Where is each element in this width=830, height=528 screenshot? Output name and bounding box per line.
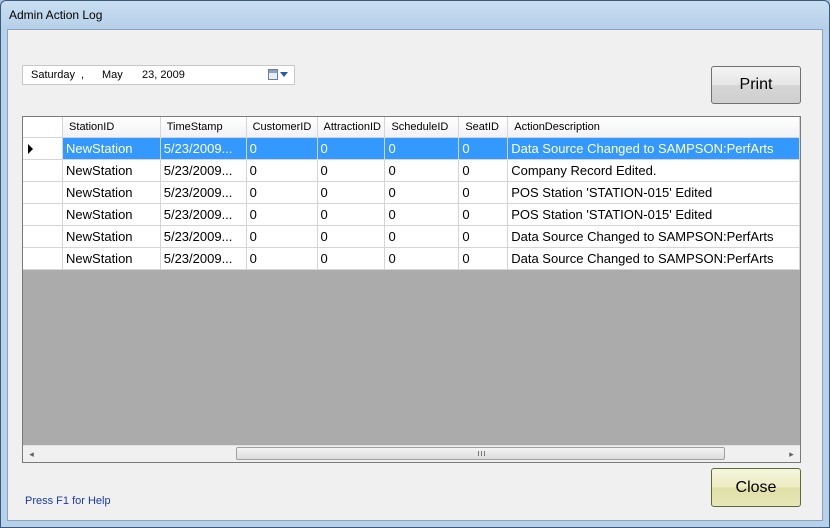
column-header-seatid[interactable]: SeatID (458, 117, 509, 138)
cell-attractionid[interactable]: 0 (317, 181, 386, 204)
cell-actiondescription[interactable]: Data Source Changed to SAMPSON:PerfArts (507, 225, 800, 248)
date-day-name[interactable]: Saturday (31, 69, 75, 81)
date-picker[interactable]: Saturday , May 23, 2009 (22, 65, 295, 85)
chevron-down-icon (280, 72, 288, 77)
cell-timestamp[interactable]: 5/23/2009... (160, 159, 247, 182)
grid-table: StationID TimeStamp CustomerID Attractio… (23, 117, 800, 270)
cell-seatid[interactable]: 0 (458, 137, 509, 160)
row-header[interactable] (23, 181, 64, 204)
date-day-year[interactable]: 23, 2009 (142, 69, 185, 81)
cell-customerid[interactable]: 0 (246, 137, 318, 160)
cell-attractionid[interactable]: 0 (317, 137, 386, 160)
cell-timestamp[interactable]: 5/23/2009... (160, 225, 247, 248)
row-header[interactable] (23, 203, 64, 226)
cell-timestamp[interactable]: 5/23/2009... (160, 181, 247, 204)
table-row[interactable]: NewStation 5/23/2009... 0 0 0 0 Company … (23, 159, 800, 182)
cell-attractionid[interactable]: 0 (317, 203, 386, 226)
cell-seatid[interactable]: 0 (458, 203, 509, 226)
scroll-left-icon[interactable]: ◂ (23, 446, 40, 462)
cell-seatid[interactable]: 0 (458, 159, 509, 182)
cell-actiondescription[interactable]: Data Source Changed to SAMPSON:PerfArts (507, 137, 800, 160)
cell-stationid[interactable]: NewStation (62, 225, 161, 248)
cell-seatid[interactable]: 0 (458, 181, 509, 204)
cell-customerid[interactable]: 0 (246, 225, 318, 248)
grip-icon (477, 451, 485, 456)
date-month[interactable]: May (102, 69, 123, 81)
table-row[interactable]: NewStation 5/23/2009... 0 0 0 0 Data Sou… (23, 225, 800, 248)
cell-customerid[interactable]: 0 (246, 159, 318, 182)
client-area: Saturday , May 23, 2009 Print StationID (7, 29, 823, 521)
column-header-timestamp[interactable]: TimeStamp (160, 117, 247, 138)
admin-action-log-window: Admin Action Log Saturday , May 23, 2009… (0, 0, 830, 528)
table-row[interactable]: NewStation 5/23/2009... 0 0 0 0 POS Stat… (23, 181, 800, 204)
cell-customerid[interactable]: 0 (246, 181, 318, 204)
cell-actiondescription[interactable]: Company Record Edited. (507, 159, 800, 182)
cell-seatid[interactable]: 0 (458, 225, 509, 248)
cell-actiondescription[interactable]: Data Source Changed to SAMPSON:PerfArts (507, 247, 800, 270)
table-row[interactable]: NewStation 5/23/2009... 0 0 0 0 POS Stat… (23, 203, 800, 226)
cell-actiondescription[interactable]: POS Station 'STATION-015' Edited (507, 203, 800, 226)
cell-scheduleid[interactable]: 0 (384, 181, 460, 204)
cell-stationid[interactable]: NewStation (62, 137, 161, 160)
header-row: StationID TimeStamp CustomerID Attractio… (23, 117, 800, 138)
window-title: Admin Action Log (9, 8, 103, 22)
cell-stationid[interactable]: NewStation (62, 203, 161, 226)
cell-stationid[interactable]: NewStation (62, 181, 161, 204)
row-header[interactable] (23, 247, 64, 270)
cell-scheduleid[interactable]: 0 (384, 159, 460, 182)
cell-stationid[interactable]: NewStation (62, 159, 161, 182)
column-header-stationid[interactable]: StationID (62, 117, 161, 138)
date-separator: , (81, 69, 85, 81)
cell-actiondescription[interactable]: POS Station 'STATION-015' Edited (507, 181, 800, 204)
column-header-customerid[interactable]: CustomerID (246, 117, 318, 138)
cell-stationid[interactable]: NewStation (62, 247, 161, 270)
row-header[interactable] (23, 159, 64, 182)
column-header-actiondescription[interactable]: ActionDescription (507, 117, 800, 138)
scrollbar-thumb[interactable] (236, 447, 725, 460)
print-button[interactable]: Print (711, 66, 801, 104)
cell-scheduleid[interactable]: 0 (384, 137, 460, 160)
cell-scheduleid[interactable]: 0 (384, 247, 460, 270)
calendar-icon (268, 69, 278, 80)
cell-timestamp[interactable]: 5/23/2009... (160, 247, 247, 270)
row-pointer-icon (28, 144, 33, 154)
row-header[interactable] (23, 225, 64, 248)
action-log-grid[interactable]: StationID TimeStamp CustomerID Attractio… (22, 116, 801, 463)
column-header-attractionid[interactable]: AttractionID (317, 117, 386, 138)
date-dropdown-button[interactable] (268, 68, 290, 82)
cell-timestamp[interactable]: 5/23/2009... (160, 137, 247, 160)
title-bar[interactable]: Admin Action Log (1, 1, 829, 29)
cell-attractionid[interactable]: 0 (317, 225, 386, 248)
cell-scheduleid[interactable]: 0 (384, 225, 460, 248)
cell-customerid[interactable]: 0 (246, 247, 318, 270)
table-row[interactable]: NewStation 5/23/2009... 0 0 0 0 Data Sou… (23, 247, 800, 270)
row-header-corner[interactable] (23, 117, 64, 138)
horizontal-scrollbar[interactable]: ◂ ▸ (23, 445, 800, 462)
help-hint: Press F1 for Help (25, 495, 111, 507)
cell-attractionid[interactable]: 0 (317, 247, 386, 270)
cell-attractionid[interactable]: 0 (317, 159, 386, 182)
cell-scheduleid[interactable]: 0 (384, 203, 460, 226)
cell-customerid[interactable]: 0 (246, 203, 318, 226)
cell-timestamp[interactable]: 5/23/2009... (160, 203, 247, 226)
table-row[interactable]: NewStation 5/23/2009... 0 0 0 0 Data Sou… (23, 137, 800, 160)
scroll-right-icon[interactable]: ▸ (783, 446, 800, 462)
cell-seatid[interactable]: 0 (458, 247, 509, 270)
row-header[interactable] (23, 137, 64, 160)
column-header-scheduleid[interactable]: ScheduleID (384, 117, 460, 138)
close-button[interactable]: Close (711, 468, 801, 507)
